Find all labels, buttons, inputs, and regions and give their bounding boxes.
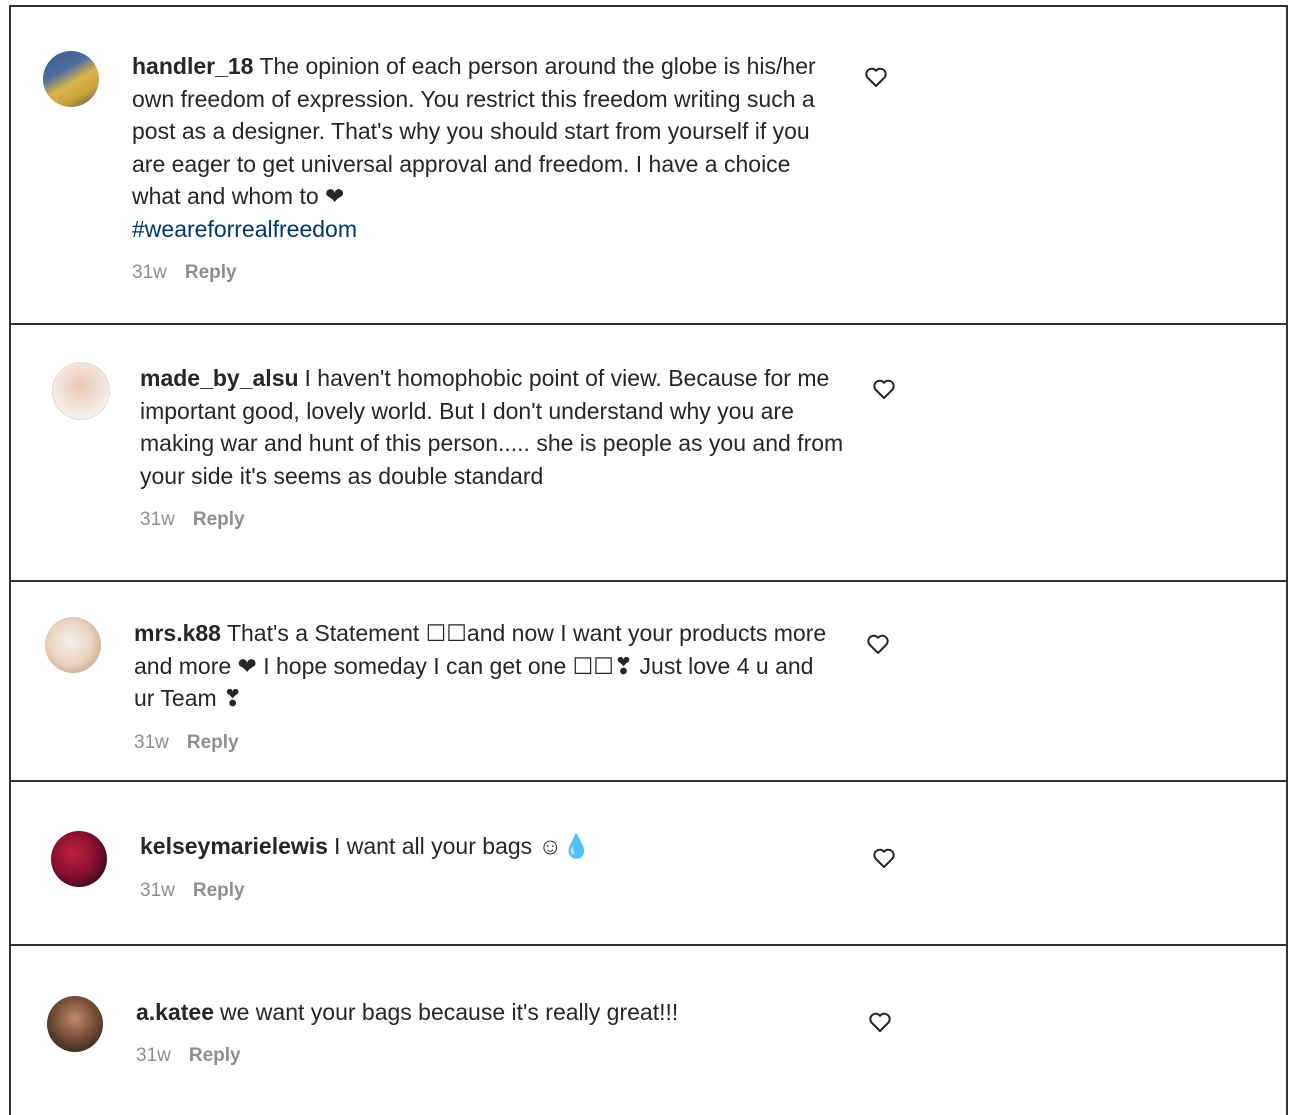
reply-button[interactable]: Reply	[185, 262, 237, 283]
comment-username[interactable]: handler_18	[132, 53, 253, 79]
comment-body: handler_18 The opinion of each person aro…	[132, 50, 822, 245]
comment-username[interactable]: made_by_alsu	[140, 365, 299, 391]
comment-divider	[9, 944, 1288, 1115]
heart-outline-icon[interactable]	[868, 1011, 892, 1033]
heart-outline-icon[interactable]	[864, 66, 888, 88]
comment-meta: 31w Reply	[140, 880, 263, 902]
comment-hashtag[interactable]: #weareforrealfreedom	[132, 216, 357, 242]
comment-age: 31w	[140, 509, 175, 530]
comment-meta: 31w Reply	[140, 509, 263, 531]
heart-outline-icon[interactable]	[872, 847, 896, 869]
avatar[interactable]	[45, 617, 101, 673]
avatar[interactable]	[51, 831, 107, 887]
comment-username[interactable]: kelseymarielewis	[140, 833, 328, 859]
comment-body: mrs.k88 That's a Statement ☐☐and now I wa…	[134, 617, 839, 715]
reply-button[interactable]: Reply	[193, 509, 245, 530]
comment-body: kelseymarielewis I want all your bags ☺💧	[140, 830, 845, 863]
comment-text: I want all your bags ☺💧	[333, 833, 591, 859]
avatar[interactable]	[47, 996, 103, 1052]
comment-body: a.katee we want your bags because it's re…	[136, 996, 841, 1029]
comment-age: 31w	[136, 1045, 171, 1066]
comment-meta: 31w Reply	[132, 262, 255, 284]
comment-meta: 31w Reply	[136, 1045, 259, 1067]
comment-age: 31w	[134, 732, 169, 753]
comment-divider	[9, 780, 1288, 947]
avatar[interactable]	[43, 51, 99, 107]
comment-body: made_by_alsu I haven't homophobic point o…	[140, 362, 845, 492]
reply-button[interactable]: Reply	[189, 1045, 241, 1066]
heart-outline-icon[interactable]	[872, 378, 896, 400]
comment-text: we want your bags because it's really gr…	[220, 999, 679, 1025]
comment-username[interactable]: mrs.k88	[134, 620, 221, 646]
comment-age: 31w	[132, 262, 167, 283]
reply-button[interactable]: Reply	[193, 880, 245, 901]
comment-age: 31w	[140, 880, 175, 901]
reply-button[interactable]: Reply	[187, 732, 239, 753]
comment-username[interactable]: a.katee	[136, 999, 214, 1025]
avatar[interactable]	[52, 362, 110, 420]
comment-text: That's a Statement ☐☐and now I want your…	[134, 620, 827, 711]
comment-meta: 31w Reply	[134, 732, 257, 754]
heart-outline-icon[interactable]	[866, 633, 890, 655]
